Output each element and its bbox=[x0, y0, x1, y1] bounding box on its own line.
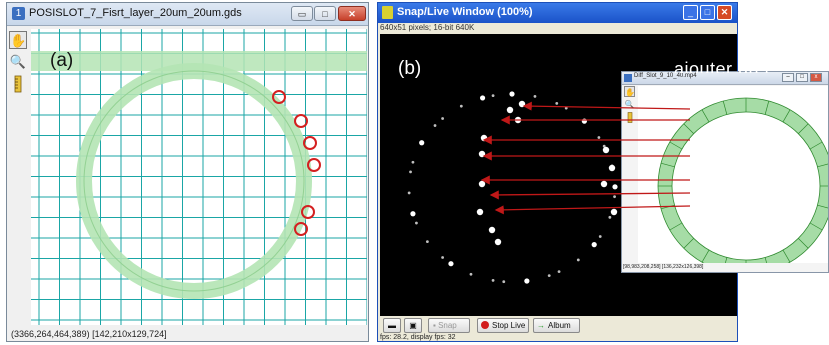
scattering-point bbox=[598, 235, 602, 238]
stop-live-button[interactable]: Stop Live bbox=[477, 318, 529, 333]
scattering-point bbox=[491, 94, 495, 98]
scattering-point bbox=[409, 170, 412, 174]
title-bar[interactable]: 1 POSISLOT_7_Fisrt_layer_20um_20um.gds ▭… bbox=[7, 3, 368, 26]
hand-icon[interactable]: ✋ bbox=[9, 31, 27, 49]
status-bar: [98,983,208,258] [136,232x126,398] bbox=[623, 264, 704, 270]
minimize-button[interactable]: – bbox=[782, 73, 794, 82]
status-bar: (3366,264,464,389) [142,210x129,724] bbox=[7, 327, 368, 341]
scattering-point bbox=[506, 106, 514, 114]
scattering-point bbox=[441, 256, 445, 259]
layout-drawing bbox=[31, 29, 368, 325]
app-icon bbox=[624, 74, 632, 82]
scattering-point bbox=[425, 240, 429, 244]
scattering-point bbox=[597, 136, 601, 139]
ruler-icon[interactable] bbox=[624, 112, 635, 123]
scattering-point bbox=[476, 208, 484, 216]
scattering-point bbox=[608, 164, 616, 172]
panel-label-b: (b) bbox=[398, 58, 422, 79]
scattering-point bbox=[478, 180, 486, 188]
minimize-button[interactable]: _ bbox=[683, 5, 698, 20]
inset-drawing bbox=[657, 97, 829, 275]
scattering-point bbox=[608, 215, 612, 219]
inset-canvas[interactable] bbox=[638, 86, 829, 275]
album-button[interactable]: → Album bbox=[533, 318, 580, 333]
close-button[interactable]: x bbox=[810, 73, 822, 82]
scattering-point bbox=[410, 211, 416, 217]
snap-button[interactable]: ▪ Snap bbox=[428, 318, 470, 333]
app-icon bbox=[382, 6, 393, 19]
scattering-point bbox=[564, 106, 568, 110]
scattering-point bbox=[479, 95, 486, 101]
window-title: Snap/Live Window (100%) bbox=[397, 6, 533, 18]
scattering-point bbox=[533, 94, 537, 98]
save-button[interactable]: ▣ bbox=[404, 318, 422, 333]
magnifier-icon[interactable]: 🔍 bbox=[624, 99, 635, 110]
panel-label-a: (a) bbox=[50, 50, 74, 71]
folder-icon: ▬ bbox=[388, 321, 396, 330]
scattering-point bbox=[591, 242, 597, 248]
fps-readout: fps: 28.2, display fps: 32 bbox=[380, 334, 456, 341]
scattering-point bbox=[613, 195, 616, 199]
scattering-point bbox=[547, 274, 551, 278]
scattering-point bbox=[441, 117, 445, 120]
inset-layout-window: Diff_Slot_9_10_40.mp4 – □ x ✋ 🔍 [98,983,… bbox=[621, 71, 829, 275]
scattering-point bbox=[419, 140, 425, 146]
tool-palette: ✋ 🔍 bbox=[9, 29, 29, 326]
scattering-point bbox=[600, 180, 608, 188]
control-bar: ▬ ▣ ▪ Snap Stop Live → Album bbox=[378, 317, 737, 334]
maximize-button[interactable]: □ bbox=[700, 5, 715, 20]
maximize-button[interactable]: □ bbox=[314, 6, 336, 21]
scattering-point bbox=[491, 278, 495, 282]
scattering-points bbox=[407, 91, 618, 284]
scattering-point bbox=[415, 221, 418, 225]
scattering-point bbox=[448, 261, 454, 267]
magnifier-icon[interactable]: 🔍 bbox=[9, 53, 27, 71]
scattering-point bbox=[524, 278, 530, 284]
window-title: Diff_Slot_9_10_40.mp4 bbox=[634, 73, 697, 79]
scattering-point bbox=[407, 191, 411, 195]
close-button[interactable]: ✕ bbox=[717, 5, 732, 20]
layout-canvas[interactable] bbox=[31, 29, 368, 325]
scattering-point bbox=[509, 91, 515, 97]
scattering-point bbox=[581, 118, 587, 124]
scattering-point bbox=[602, 146, 610, 154]
arrow-right-icon: → bbox=[537, 321, 545, 330]
scattering-point bbox=[433, 124, 437, 127]
scattering-point bbox=[557, 270, 561, 274]
scattering-point bbox=[459, 104, 463, 108]
image-info: 640x51 pixels; 16-bit 640K bbox=[380, 23, 475, 32]
maximize-button[interactable]: □ bbox=[796, 73, 808, 82]
disk-icon: ▣ bbox=[409, 321, 417, 330]
scattering-point bbox=[518, 100, 526, 108]
title-bar[interactable]: Diff_Slot_9_10_40.mp4 – □ x bbox=[622, 72, 828, 85]
app-icon: 1 bbox=[12, 7, 25, 20]
ruler-icon[interactable] bbox=[9, 75, 27, 93]
title-bar[interactable]: Snap/Live Window (100%) _ □ ✕ bbox=[378, 3, 737, 23]
hand-icon[interactable]: ✋ bbox=[624, 86, 635, 97]
stop-icon bbox=[481, 321, 489, 329]
window-title: POSISLOT_7_Fisrt_layer_20um_20um.gds bbox=[29, 7, 242, 19]
scattering-point bbox=[478, 150, 486, 158]
scattering-point bbox=[555, 101, 559, 105]
scattering-point bbox=[576, 258, 580, 262]
scattering-point bbox=[610, 208, 618, 216]
scattering-point bbox=[612, 184, 618, 190]
scattering-point bbox=[502, 280, 506, 284]
scattering-point bbox=[480, 134, 488, 142]
folder-button[interactable]: ▬ bbox=[383, 318, 401, 333]
scattering-point bbox=[514, 116, 522, 124]
minimize-button[interactable]: ▭ bbox=[291, 6, 313, 21]
close-button[interactable]: ✕ bbox=[338, 6, 366, 21]
scattering-point bbox=[488, 226, 496, 234]
scattering-point bbox=[469, 272, 473, 276]
scattering-point bbox=[494, 238, 502, 246]
ring-resonator bbox=[658, 98, 829, 274]
scattering-point bbox=[411, 160, 415, 164]
tool-palette: ✋ 🔍 bbox=[624, 86, 636, 256]
